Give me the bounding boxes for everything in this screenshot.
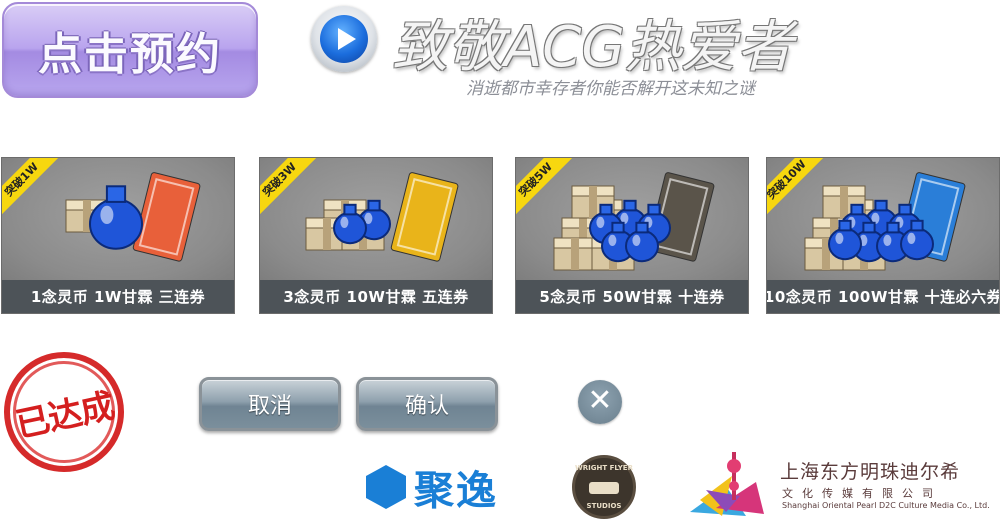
pearl-company-english: Shanghai Oriental Pearl D2C Culture Medi…: [782, 501, 990, 510]
page-title: 致敬ACG热爱者: [392, 15, 793, 80]
achieved-stamp: 已达成: [0, 340, 136, 484]
reserve-button-label: 点击预约: [38, 29, 222, 80]
reward-caption: 1念灵币 1W甘霖 三连券: [2, 280, 234, 313]
reward-caption: 10念灵币 100W甘霖 十连必六券: [767, 280, 999, 313]
reserve-button[interactable]: 点击预约: [2, 2, 258, 98]
plane-icon: [589, 482, 619, 494]
cash-stack-icon: [553, 237, 597, 271]
wright-flyer-logo: WRIGHT FLYER STUDIOS: [572, 455, 636, 519]
close-icon[interactable]: ✕: [578, 380, 622, 424]
ticket-icon: [390, 172, 459, 262]
reward-card-2[interactable]: 突破3W 3念灵币 10W甘霖 五连券: [259, 157, 493, 314]
reward-caption: 3念灵币 10W甘霖 五连券: [260, 280, 492, 313]
reward-card-3[interactable]: 突破5W 5念灵币 50W甘霖 十连券: [515, 157, 749, 314]
cancel-button[interactable]: 取消: [199, 377, 341, 431]
confirm-button[interactable]: 确认: [356, 377, 498, 431]
wright-flyer-logo-bottom: STUDIOS: [586, 502, 622, 510]
pearl-company-name: 上海东方明珠迪尔希: [780, 461, 961, 483]
reward-card-1[interactable]: 突破1W 1念灵币 1W甘霖 三连券: [1, 157, 235, 314]
page-subtitle: 消逝都市幸存者你能否解开这未知之谜: [466, 79, 755, 99]
juyi-logo-text: 聚逸: [414, 468, 498, 514]
reward-card-4[interactable]: 突破10W 10念灵币 100W甘霖 十连必六券: [766, 157, 1000, 314]
ticket-icon: [132, 172, 201, 262]
spirit-bottle-icon: [89, 185, 143, 250]
play-icon[interactable]: [311, 6, 377, 72]
achieved-stamp-label: 已达成: [12, 385, 118, 446]
pearl-company-subname: 文化传媒有限公司: [782, 487, 942, 500]
reward-caption: 5念灵币 50W甘霖 十连券: [516, 280, 748, 313]
hexagon-icon: [366, 465, 406, 509]
wright-flyer-logo-top: WRIGHT FLYER: [575, 464, 633, 472]
pearl-tower-icon: [690, 452, 764, 516]
juyi-logo: 聚逸: [366, 458, 498, 516]
